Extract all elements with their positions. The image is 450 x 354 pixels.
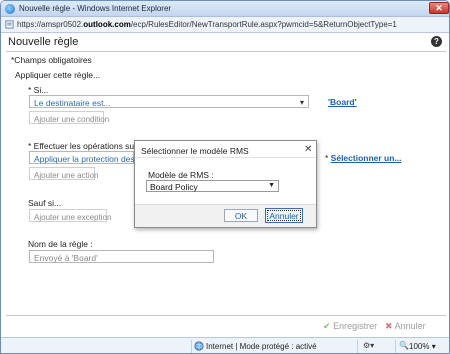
footer-cancel-label: Annuler xyxy=(394,321,426,331)
rms-template-value: Board Policy xyxy=(150,182,198,192)
rms-template-dialog: Sélectionner le modèle RMS ✕ Modèle de R… xyxy=(134,140,317,228)
zoom-level[interactable]: 100% ▾ xyxy=(409,342,436,351)
required-fields-note: *Champs obligatoires xyxy=(11,55,92,65)
check-icon: ✔ xyxy=(323,321,331,331)
globe-icon xyxy=(194,341,204,351)
condition-select[interactable]: Le destinataire est... ▾ xyxy=(29,95,309,108)
status-separator xyxy=(395,340,396,353)
cancel-x-icon: ✖ xyxy=(385,321,393,331)
condition-value-link[interactable]: 'Board' xyxy=(328,97,357,107)
page-title: Nouvelle règle xyxy=(8,36,79,48)
footer-cancel-button[interactable]: ✖ Annuler xyxy=(385,321,426,332)
action-value-link[interactable]: * Sélectionner un... xyxy=(325,153,402,163)
tools-icon[interactable]: ⚙▾ xyxy=(363,341,374,350)
rule-name-label: Nom de la règle : xyxy=(28,239,93,249)
close-icon[interactable]: ✕ xyxy=(304,144,312,155)
url-text[interactable]: https://amspr0502.outlook.com/ecp/RulesE… xyxy=(17,20,397,29)
add-action-button[interactable]: Ajouter une action xyxy=(29,167,99,180)
ok-button[interactable]: OK xyxy=(224,209,258,222)
rule-name-value: Envoyé à 'Board' xyxy=(34,253,98,263)
condition-select-value: Le destinataire est... xyxy=(34,98,111,108)
internet-explorer-icon xyxy=(5,4,15,14)
rule-name-input[interactable]: Envoyé à 'Board' xyxy=(29,250,214,263)
url-domain: outlook.com xyxy=(83,20,131,29)
chevron-down-icon: ▼ xyxy=(268,182,275,189)
select-template-link[interactable]: Sélectionner un... xyxy=(331,153,402,163)
security-zone-text: Internet | Mode protégé : activé xyxy=(206,342,317,351)
rms-template-label: Modèle de RMS : xyxy=(148,170,214,180)
window-close-button[interactable]: ✕ xyxy=(429,2,449,14)
rms-template-select[interactable]: Board Policy ▼ xyxy=(146,180,279,192)
url-prefix: https://amspr0502. xyxy=(17,20,84,29)
url-suffix: /ecp/RulesEditor/NewTransportRule.aspx?p… xyxy=(130,20,397,29)
footer-divider xyxy=(6,315,446,316)
status-separator xyxy=(191,340,192,353)
title-bar: Nouvelle règle - Windows Internet Explor… xyxy=(1,1,449,17)
address-bar[interactable]: https://amspr0502.outlook.com/ecp/RulesE… xyxy=(1,17,449,33)
save-label: Enregistrer xyxy=(333,321,378,331)
exception-label: Sauf si... xyxy=(28,198,62,208)
condition-label: * Si... xyxy=(28,85,49,95)
save-button[interactable]: ✔ Enregistrer xyxy=(323,321,377,332)
cancel-button[interactable]: Annuler xyxy=(265,208,303,223)
status-bar: Internet | Mode protégé : activé ⚙▾ 🔍 10… xyxy=(1,337,449,353)
dialog-divider xyxy=(135,157,316,158)
apply-rule-heading: Appliquer cette règle... xyxy=(15,70,101,80)
page-icon xyxy=(5,20,14,29)
status-separator xyxy=(357,340,358,353)
window-title: Nouvelle règle - Windows Internet Explor… xyxy=(19,4,172,13)
dialog-title: Sélectionner le modèle RMS xyxy=(141,146,249,156)
browser-window: Nouvelle règle - Windows Internet Explor… xyxy=(0,0,450,354)
action-select[interactable]: Appliquer la protection des dr xyxy=(29,151,145,164)
header-divider xyxy=(6,51,446,52)
help-icon[interactable]: ? xyxy=(431,36,442,47)
zoom-value: 100% xyxy=(409,342,430,351)
action-label: * Effectuer les opérations suivan xyxy=(28,141,150,151)
add-condition-button[interactable]: Ajouter une condition xyxy=(29,111,109,124)
zoom-icon[interactable]: 🔍 xyxy=(399,341,409,350)
action-select-value: Appliquer la protection des dr xyxy=(34,154,145,164)
chevron-down-icon: ▾ xyxy=(299,98,304,107)
add-exception-button[interactable]: Ajouter une exception xyxy=(29,209,111,222)
